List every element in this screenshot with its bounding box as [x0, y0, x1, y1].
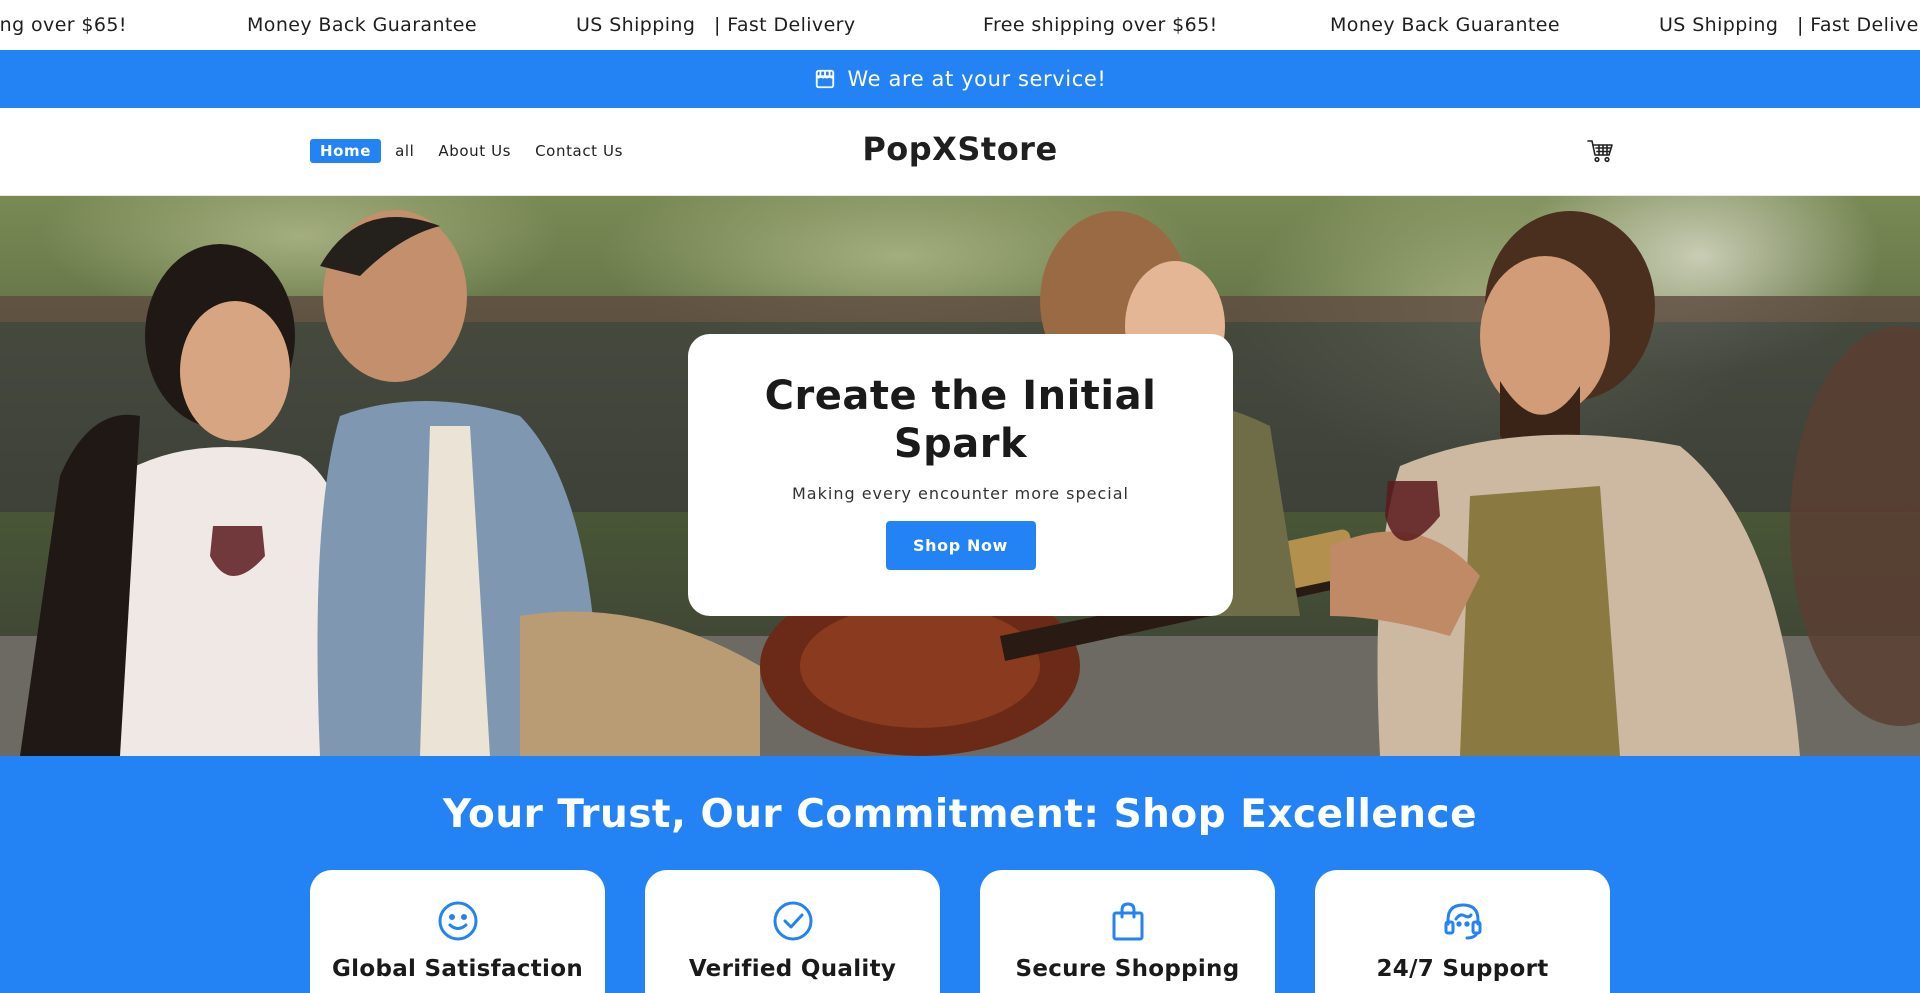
ticker-item: US Shipping: [576, 14, 696, 36]
store-logo[interactable]: PopXStore: [862, 130, 1057, 168]
announcement-bar: We are at your service!: [0, 50, 1920, 108]
hero-subtitle: Making every encounter more special: [792, 484, 1129, 503]
shop-now-button[interactable]: Shop Now: [885, 521, 1036, 570]
promo-ticker: ing over $65! Money Back Guarantee US Sh…: [0, 0, 1920, 50]
feature-card-verified-quality: Verified Quality: [645, 870, 940, 993]
hero-banner: Create the Initial Spark Making every en…: [0, 196, 1920, 756]
ticker-item: | Fast Delivery: [714, 14, 856, 36]
smiley-icon: [437, 900, 479, 942]
nav-all[interactable]: all: [385, 139, 424, 163]
ticker-item: Money Back Guarantee: [247, 14, 477, 36]
feature-card-24-7-support: 24/7 Support: [1315, 870, 1610, 993]
feature-card-title: Secure Shopping: [1015, 956, 1240, 982]
announcement-text: We are at your service!: [847, 67, 1107, 91]
hero-title: Create the Initial Spark: [764, 373, 1157, 467]
nav-about-us[interactable]: About Us: [428, 139, 521, 163]
check-circle-icon: [772, 900, 814, 942]
trust-section: Your Trust, Our Commitment: Shop Excelle…: [0, 756, 1920, 993]
ticker-item: US Shipping: [1659, 14, 1779, 36]
feature-card-title: Verified Quality: [688, 956, 897, 982]
site-header: Home all About Us Contact Us PopXStore: [0, 108, 1920, 196]
store-icon: [814, 68, 836, 90]
ticker-item: Free shipping over $65!: [983, 14, 1218, 36]
ticker-item: Money Back Guarantee: [1330, 14, 1560, 36]
trust-title: Your Trust, Our Commitment: Shop Excelle…: [442, 792, 1478, 837]
ticker-item: ing over $65!: [0, 14, 127, 36]
nav-contact-us[interactable]: Contact Us: [525, 139, 633, 163]
main-nav: Home all About Us Contact Us: [310, 139, 637, 163]
feature-card-secure-shopping: Secure Shopping: [980, 870, 1275, 993]
nav-home[interactable]: Home: [310, 139, 382, 163]
feature-card-title: Global Satisfaction: [331, 956, 583, 982]
hero-card: Create the Initial Spark Making every en…: [688, 334, 1233, 616]
feature-card-title: 24/7 Support: [1376, 956, 1549, 982]
headset-icon: [1442, 900, 1484, 942]
logo-container: PopXStore: [0, 130, 1920, 168]
ticker-item: | Fast Deliver: [1797, 14, 1920, 36]
shopping-bag-icon: [1107, 900, 1149, 942]
feature-card-global-satisfaction: Global Satisfaction: [310, 870, 605, 993]
cart-icon[interactable]: [1586, 138, 1614, 164]
